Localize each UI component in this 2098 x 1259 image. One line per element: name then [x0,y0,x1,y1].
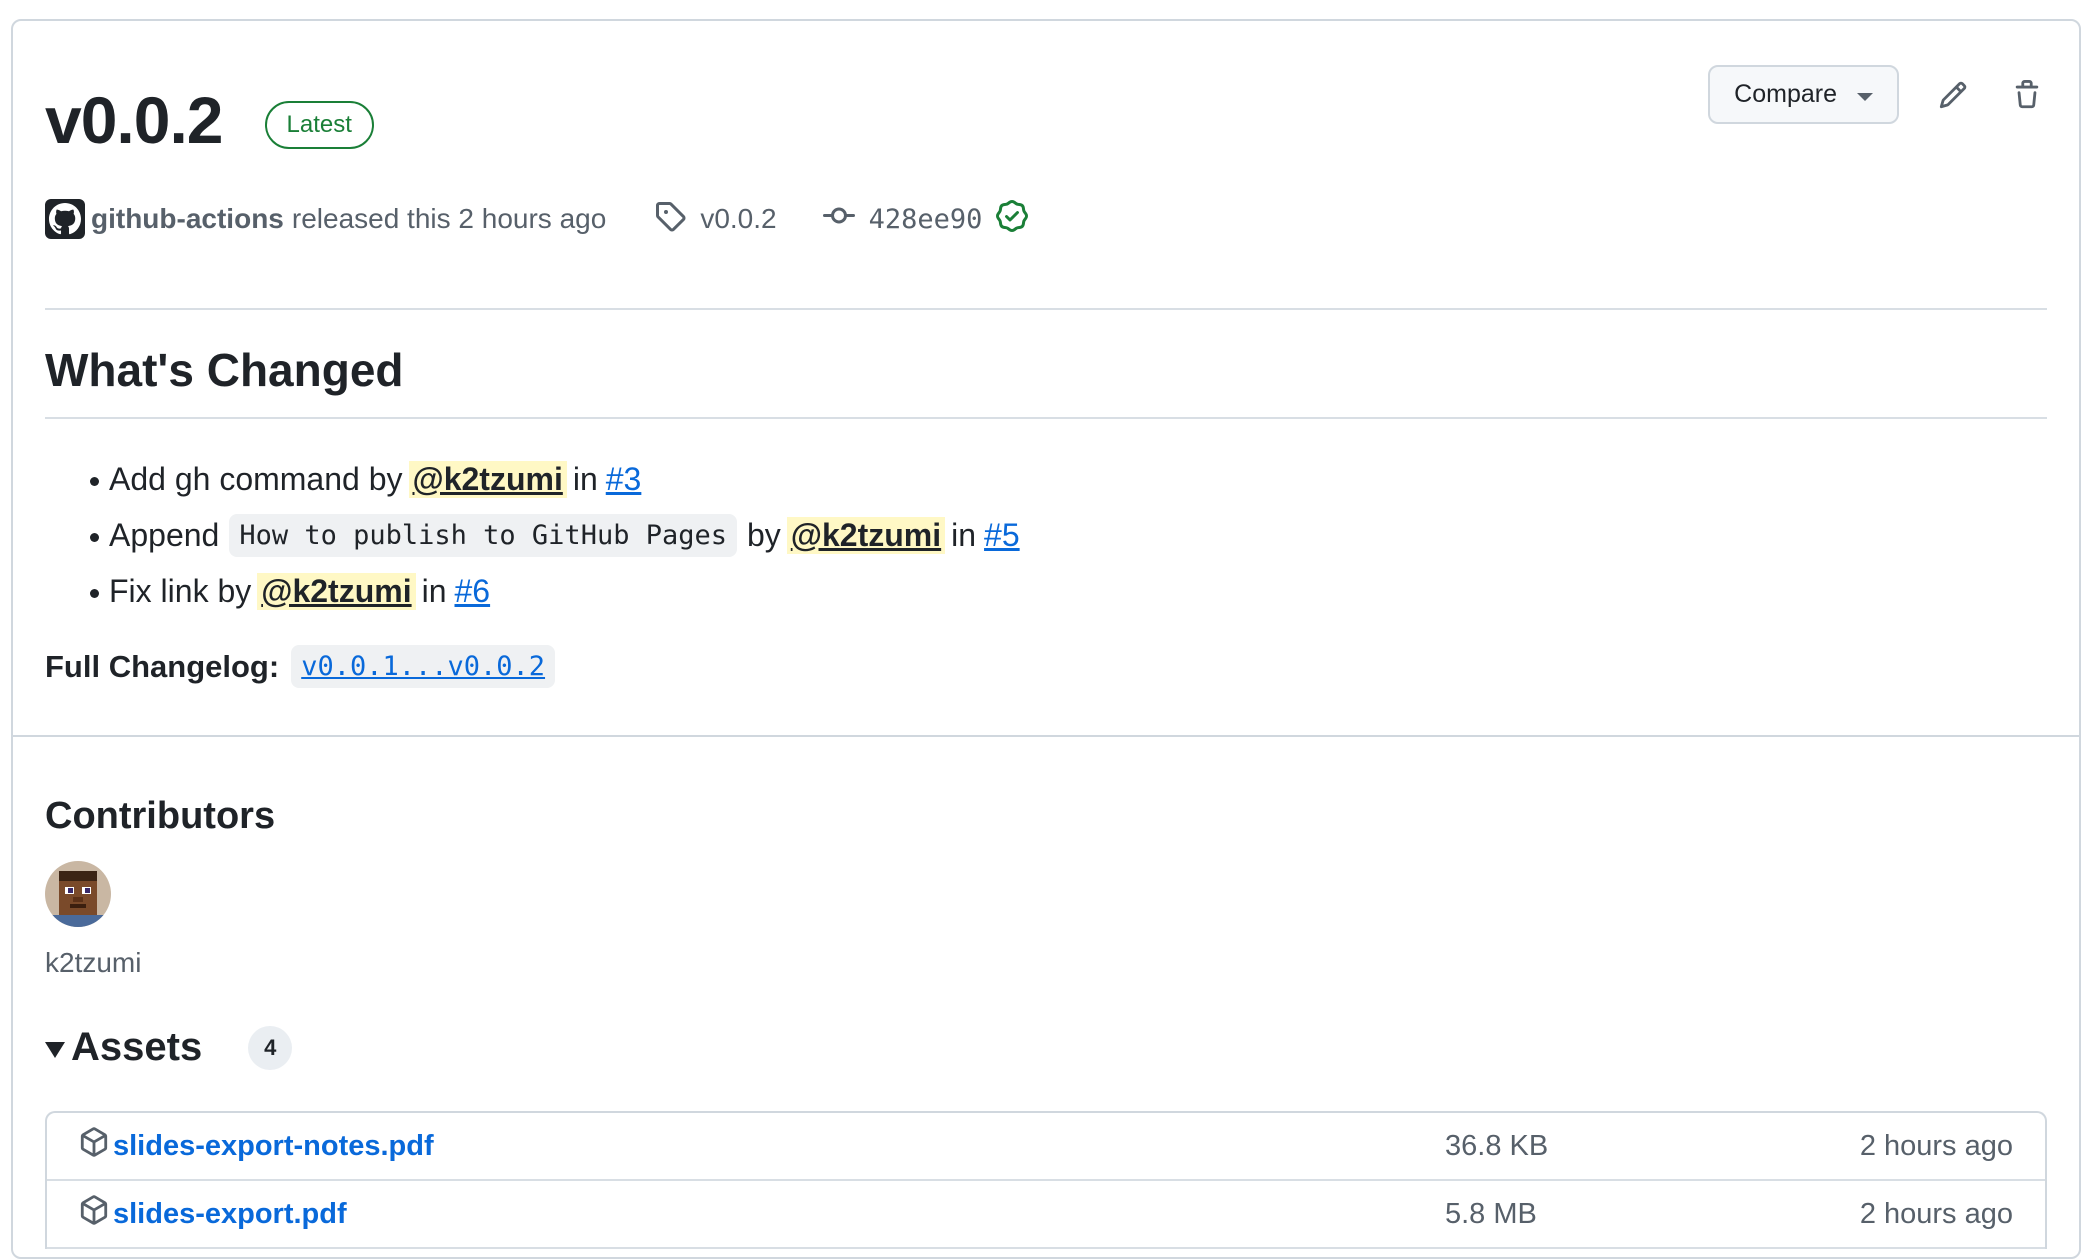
release-actions: Compare [1708,65,2047,124]
asset-link[interactable]: slides-export-notes.pdf [79,1127,434,1165]
notes-heading: What's Changed [45,344,404,396]
section-divider [13,735,2079,737]
pencil-icon[interactable] [1933,75,1973,115]
release-commit[interactable]: 428ee90 [822,199,1029,239]
release-tag[interactable]: v0.0.2 [654,200,777,239]
release-meta: github-actions released this 2 hours ago… [45,199,2047,239]
compare-label: Compare [1734,80,1837,108]
release-card: v0.0.2 Latest Compare github-actions rel… [11,19,2081,1259]
inline-code: How to publish to GitHub Pages [229,513,737,557]
package-icon [79,1127,109,1165]
in-word: in [572,460,598,497]
mention-link[interactable]: @k2tzumi [786,516,946,554]
full-changelog: Full Changelog: v0.0.1...v0.0.2 [45,645,2047,688]
contributors-heading: Contributors [45,795,276,837]
full-changelog-label: Full Changelog: [45,648,280,684]
caret-down-icon [1857,92,1873,101]
tag-icon [654,200,686,239]
released-text: released this 2 hours ago [291,203,607,234]
assets-heading: Assets [71,1025,203,1069]
release-version[interactable]: v0.0.2 [45,87,223,153]
trash-icon[interactable] [2007,75,2047,115]
full-changelog-link[interactable]: v0.0.1...v0.0.2 [291,645,556,688]
in-word: in [421,572,447,609]
release-header: v0.0.2 Latest Compare [45,65,2047,175]
asset-time: 2 hours ago [1859,1197,2013,1230]
by-word: by [747,516,781,553]
avatar[interactable] [45,861,111,927]
asset-size: 5.8 MB [1445,1197,1537,1230]
change-text: Add gh command by [109,460,403,497]
changes-list: Add gh command by @k2tzumi in #3 Append … [45,451,2047,619]
github-logo-icon[interactable] [45,199,85,239]
asset-link[interactable]: slides-export.pdf [79,1195,347,1233]
release-author[interactable]: github-actions [91,203,284,235]
asset-time: 2 hours ago [1859,1129,2013,1162]
change-text: Append [109,516,220,553]
triangle-down-icon [45,1041,65,1058]
asset-name: slides-export.pdf [113,1197,347,1230]
asset-size: 36.8 KB [1445,1129,1549,1162]
package-icon [79,1195,109,1233]
issue-link[interactable]: #5 [984,517,1020,554]
compare-button[interactable]: Compare [1708,65,1899,124]
list-item: Fix link by @k2tzumi in #6 [45,563,2047,619]
mention-link[interactable]: @k2tzumi [257,572,416,610]
divider [45,417,2047,419]
change-text: Fix link by [109,572,252,609]
assets-toggle[interactable]: Assets 4 [45,1025,2047,1070]
tag-label: v0.0.2 [700,203,777,234]
asset-name: slides-export-notes.pdf [113,1129,434,1162]
in-word: in [951,516,977,553]
commit-icon [822,200,855,239]
mention-link[interactable]: @k2tzumi [408,460,567,498]
divider [45,308,2047,310]
issue-link[interactable]: #6 [455,573,491,610]
latest-badge: Latest [264,101,374,149]
commit-sha: 428ee90 [868,203,983,235]
table-row: slides-export.pdf 5.8 MB 2 hours ago [47,1181,2045,1249]
contributor-name[interactable]: k2tzumi [45,947,2047,979]
table-row: slides-export-notes.pdf 36.8 KB 2 hours … [47,1113,2045,1181]
issue-link[interactable]: #3 [606,461,642,498]
verified-icon[interactable] [996,199,1029,239]
assets-count-badge: 4 [248,1025,293,1070]
list-item: Append How to publish to GitHub Pages by… [45,507,2047,563]
list-item: Add gh command by @k2tzumi in #3 [45,451,2047,507]
assets-table: slides-export-notes.pdf 36.8 KB 2 hours … [45,1111,2047,1249]
